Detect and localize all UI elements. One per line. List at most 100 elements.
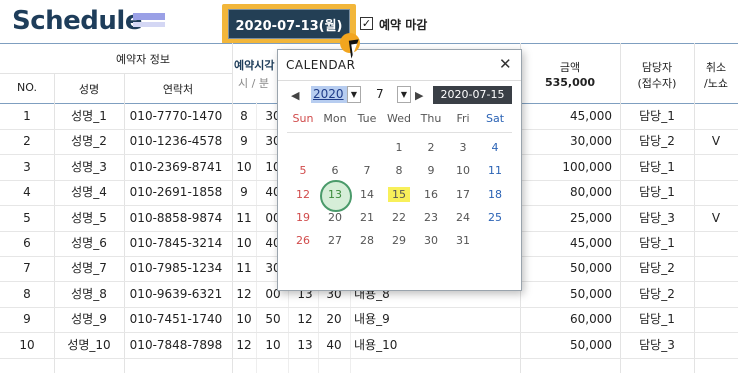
cell-sh: 8	[240, 109, 248, 123]
calendar-day	[319, 137, 351, 159]
cell-cancel	[694, 256, 738, 281]
calendar-day[interactable]: 19	[287, 207, 319, 229]
calendar-day[interactable]: 24	[447, 207, 479, 229]
calendar-day[interactable]: 12	[287, 184, 319, 206]
cancel-header: 취소	[705, 61, 727, 74]
calendar-day[interactable]: 28	[351, 230, 383, 252]
staff-header: 담당자	[641, 61, 673, 74]
reserver-info-header: 예약자 정보	[115, 53, 171, 66]
calendar-day[interactable]: 5	[287, 160, 319, 182]
calendar-day[interactable]: 17	[447, 184, 479, 206]
calendar-day[interactable]: 26	[287, 230, 319, 252]
cell-em: 40	[326, 337, 342, 352]
cell-staff: 담당_3	[639, 210, 675, 225]
year-dropdown-icon[interactable]: ▼	[347, 86, 361, 103]
calendar-day[interactable]: 25	[479, 207, 511, 229]
calendar-day[interactable]: 29	[383, 230, 415, 252]
cell-staff: 담당_1	[639, 109, 675, 123]
cell-cancel	[694, 282, 738, 307]
table-row[interactable]: 10 성명_10 010-7848-7898 12 10 13 40 내용_10 50,000 담…	[0, 333, 738, 359]
cell-cancel: V	[711, 210, 721, 225]
calendar-day[interactable]: 31	[447, 230, 479, 252]
calendar-day[interactable]: 21	[351, 207, 383, 229]
calendar-day[interactable]: 13	[319, 184, 351, 206]
title-decoration	[133, 13, 165, 27]
cell-sh: 11	[236, 261, 252, 276]
cell-sm: 50	[265, 312, 281, 327]
reservation-time-header: 예약시각	[234, 59, 275, 72]
calendar-day[interactable]: 1	[383, 137, 415, 159]
cell-phone: 010-9639-6321	[129, 286, 223, 301]
calendar-day[interactable]: 8	[383, 160, 415, 182]
cell-name: 성명_1	[71, 109, 107, 123]
cell-name: 성명_9	[71, 312, 107, 327]
cell-phone: 010-7845-3214	[129, 236, 223, 250]
cell-staff: 담당_2	[639, 286, 675, 301]
calendar-day[interactable]: 18	[479, 184, 511, 206]
month-select[interactable]: 7	[376, 86, 396, 103]
page-title: Schedule	[12, 6, 142, 36]
calendar-day[interactable]: 4	[479, 137, 511, 159]
calendar-day[interactable]: 2	[415, 137, 447, 159]
cell-cancel	[694, 307, 738, 332]
table-row[interactable]: 9 성명_9 010-7451-1740 10 50 12 20 내용_9 60,000 담당_1	[0, 307, 738, 334]
next-month-icon[interactable]: ▶	[415, 89, 423, 102]
cell-sh: 11	[236, 210, 252, 225]
cell-phone: 010-2691-1858	[129, 185, 223, 200]
cell-cancel	[694, 333, 738, 358]
calendar-day[interactable]: 11	[479, 160, 511, 182]
calendar-day[interactable]: 3	[447, 137, 479, 159]
calendar-day[interactable]: 23	[415, 207, 447, 229]
year-select[interactable]: 2020	[311, 86, 347, 103]
calendar-day[interactable]: 20	[319, 207, 351, 229]
date-picker-button[interactable]: 2020-07-13(월)	[228, 9, 350, 39]
calendar-day[interactable]: 22	[383, 207, 415, 229]
calendar-day[interactable]: 30	[415, 230, 447, 252]
today-highlight: 15	[388, 186, 410, 202]
calendar-day[interactable]: 7	[351, 160, 383, 182]
calendar-day[interactable]: 15	[383, 184, 415, 206]
cell-phone: 010-2369-8741	[129, 159, 223, 174]
cell-amount: 25,000	[570, 210, 612, 225]
cell-amount: 30,000	[570, 134, 612, 149]
cell-cancel	[694, 104, 738, 129]
cell-amount: 60,000	[570, 312, 612, 327]
weekday-label: Fri	[456, 112, 470, 125]
month-dropdown-icon[interactable]: ▼	[397, 86, 411, 103]
cell-cancel: V	[711, 134, 721, 149]
calendar-day[interactable]: 27	[319, 230, 351, 252]
prev-month-icon[interactable]: ◀	[291, 89, 299, 102]
calendar-day[interactable]: 10	[447, 160, 479, 182]
cell-phone: 010-7770-1470	[129, 109, 223, 123]
reservation-closed-checkbox[interactable]: ✓	[360, 17, 373, 30]
no-header: NO.	[17, 81, 37, 94]
cell-amount: 50,000	[570, 337, 612, 352]
cell-phone: 010-7848-7898	[129, 337, 223, 352]
calendar-day[interactable]: 16	[415, 184, 447, 206]
calendar-day[interactable]: 9	[415, 160, 447, 182]
cell-name: 성명_6	[71, 236, 107, 250]
cell-no: 1	[23, 109, 31, 123]
weekday-label: Mon	[323, 112, 347, 125]
cell-name: 성명_3	[71, 159, 107, 174]
cell-amount: 80,000	[570, 185, 612, 200]
cell-no: 8	[23, 286, 31, 301]
cell-name: 성명_5	[71, 210, 107, 225]
cell-name: 성명_8	[71, 286, 107, 301]
close-icon[interactable]: ✕	[499, 55, 512, 73]
name-header: 성명	[78, 83, 100, 96]
weekday-label: Thu	[420, 112, 442, 125]
cell-amount: 50,000	[570, 286, 612, 301]
calendar-day[interactable]: 14	[351, 184, 383, 206]
cell-cancel	[694, 180, 738, 205]
cell-sh: 10	[236, 312, 252, 327]
cell-no: 2	[23, 134, 31, 149]
phone-header: 연락처	[162, 83, 194, 96]
cell-amount: 50,000	[570, 261, 612, 276]
calendar-day[interactable]: 6	[319, 160, 351, 182]
weekday-label: Sun	[292, 112, 314, 125]
cell-eh: 12	[297, 312, 313, 327]
cell-sh: 12	[236, 337, 252, 352]
cell-em: 20	[326, 312, 342, 327]
today-button[interactable]: 2020-07-15	[433, 86, 512, 104]
